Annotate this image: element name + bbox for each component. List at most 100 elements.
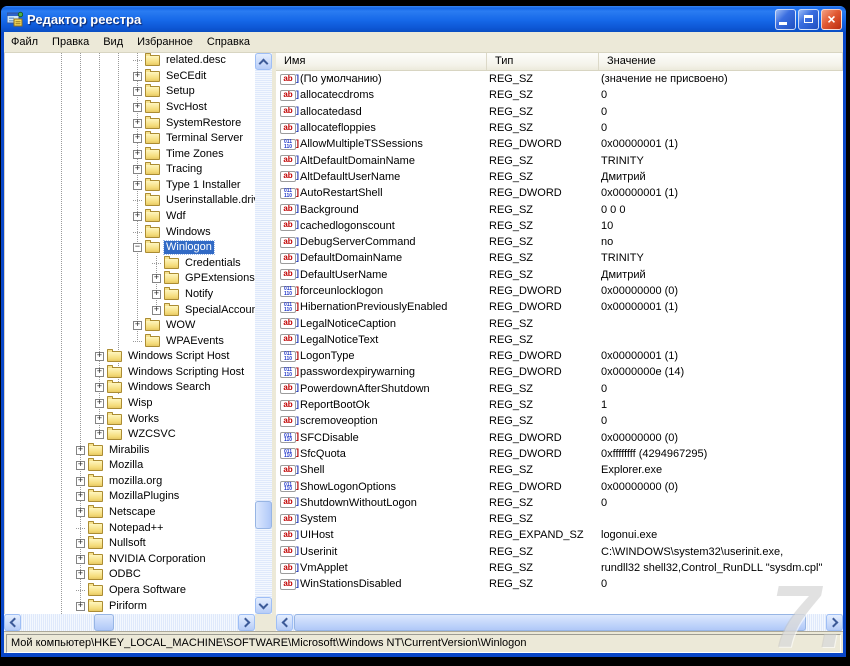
tree-item-nullsoft[interactable]: +Nullsoft: [5, 536, 255, 552]
value-row-по-умолчанию[interactable]: (По умолчанию)REG_SZ(значение не присвое…: [276, 71, 843, 87]
tree-item-wdf[interactable]: +Wdf: [5, 209, 255, 225]
expand-toggle[interactable]: +: [133, 103, 142, 112]
value-row-allowmultipletssessions[interactable]: AllowMultipleTSSessionsREG_DWORD0x000000…: [276, 136, 843, 152]
tree-item-type-1-installer[interactable]: +Type 1 Installer: [5, 178, 255, 194]
value-row-forceunlocklogon[interactable]: forceunlocklogonREG_DWORD0x00000000 (0): [276, 283, 843, 299]
expand-toggle[interactable]: +: [133, 321, 142, 330]
close-button[interactable]: ×: [821, 9, 842, 30]
tree-item-userinstallable-drive[interactable]: Userinstallable.drive: [5, 193, 255, 209]
expand-toggle[interactable]: +: [152, 306, 161, 315]
scroll-down-button[interactable]: [255, 597, 272, 614]
value-row-shutdownwithoutlogon[interactable]: ShutdownWithoutLogonREG_SZ0: [276, 495, 843, 511]
expand-toggle[interactable]: +: [76, 570, 85, 579]
value-row-defaultusername[interactable]: DefaultUserNameREG_SZДмитрий: [276, 267, 843, 283]
expand-toggle[interactable]: +: [95, 352, 104, 361]
menu-item-вид[interactable]: Вид: [96, 33, 130, 52]
expand-toggle[interactable]: +: [95, 399, 104, 408]
value-row-showlogonoptions[interactable]: ShowLogonOptionsREG_DWORD0x00000000 (0): [276, 478, 843, 494]
tree-item-windows-search[interactable]: +Windows Search: [5, 380, 255, 396]
minimize-button[interactable]: [775, 9, 796, 30]
value-row-allocatecdroms[interactable]: allocatecdromsREG_SZ0: [276, 87, 843, 103]
value-row-cachedlogonscount[interactable]: cachedlogonscountREG_SZ10: [276, 218, 843, 234]
expand-toggle[interactable]: +: [76, 555, 85, 564]
tree-item-notepad[interactable]: Notepad++: [5, 520, 255, 536]
expand-toggle[interactable]: +: [76, 461, 85, 470]
expand-toggle[interactable]: +: [95, 415, 104, 424]
scroll-up-button[interactable]: [255, 53, 272, 70]
tree-item-mozilla[interactable]: +Mozilla: [5, 458, 255, 474]
expand-toggle[interactable]: +: [133, 87, 142, 96]
value-row-altdefaultusername[interactable]: AltDefaultUserNameREG_SZДмитрий: [276, 169, 843, 185]
expand-toggle[interactable]: +: [76, 477, 85, 486]
value-row-debugservercommand[interactable]: DebugServerCommandREG_SZno: [276, 234, 843, 250]
expand-toggle[interactable]: +: [76, 492, 85, 501]
expand-toggle[interactable]: +: [133, 165, 142, 174]
column-header-value[interactable]: Значение: [599, 53, 843, 70]
title-bar[interactable]: Редактор реестра ×: [1, 6, 846, 32]
value-row-background[interactable]: BackgroundREG_SZ0 0 0: [276, 201, 843, 217]
value-row-logontype[interactable]: LogonTypeREG_DWORD0x00000001 (1): [276, 348, 843, 364]
expand-toggle[interactable]: +: [76, 539, 85, 548]
value-row-altdefaultdomainname[interactable]: AltDefaultDomainNameREG_SZTRINITY: [276, 152, 843, 168]
menu-item-справка[interactable]: Справка: [200, 33, 257, 52]
value-row-legalnoticecaption[interactable]: LegalNoticeCaptionREG_SZ: [276, 315, 843, 331]
tree-item-credentials[interactable]: Credentials: [5, 256, 255, 272]
value-row-passwordexpirywarning[interactable]: passwordexpirywarningREG_DWORD0x0000000e…: [276, 364, 843, 380]
tree-item-mozillaplugins[interactable]: +MozillaPlugins: [5, 489, 255, 505]
tree-item-systemrestore[interactable]: +SystemRestore: [5, 115, 255, 131]
horizontal-scroll-thumb[interactable]: [94, 614, 114, 631]
menu-item-правка[interactable]: Правка: [45, 33, 96, 52]
scroll-left-button[interactable]: [4, 614, 21, 631]
expand-toggle[interactable]: +: [76, 508, 85, 517]
column-header-type[interactable]: Тип: [487, 53, 599, 70]
tree-item-time-zones[interactable]: +Time Zones: [5, 146, 255, 162]
maximize-button[interactable]: [798, 9, 819, 30]
menu-item-файл[interactable]: Файл: [4, 33, 45, 52]
value-row-shell[interactable]: ShellREG_SZExplorer.exe: [276, 462, 843, 478]
expand-toggle[interactable]: +: [133, 119, 142, 128]
tree-item-wzcsvc[interactable]: +WZCSVC: [5, 427, 255, 443]
value-row-sfcdisable[interactable]: SFCDisableREG_DWORD0x00000000 (0): [276, 430, 843, 446]
list-horizontal-scrollbar[interactable]: [276, 614, 843, 631]
value-row-allocatefloppies[interactable]: allocatefloppiesREG_SZ0: [276, 120, 843, 136]
expand-toggle[interactable]: +: [152, 290, 161, 299]
scroll-right-button[interactable]: [826, 614, 843, 631]
expand-toggle[interactable]: +: [76, 446, 85, 455]
tree-item-netscape[interactable]: +Netscape: [5, 505, 255, 521]
value-row-defaultdomainname[interactable]: DefaultDomainNameREG_SZTRINITY: [276, 250, 843, 266]
value-row-powerdownaftershutdown[interactable]: PowerdownAfterShutdownREG_SZ0: [276, 381, 843, 397]
value-row-system[interactable]: SystemREG_SZ: [276, 511, 843, 527]
tree-item-specialaccounts[interactable]: +SpecialAccounts: [5, 302, 255, 318]
tree-item-mozilla-org[interactable]: +mozilla.org: [5, 474, 255, 490]
tree-item-secedit[interactable]: +SeCEdit: [5, 69, 255, 85]
expand-toggle[interactable]: +: [133, 181, 142, 190]
tree-item-mirabilis[interactable]: +Mirabilis: [5, 442, 255, 458]
tree-item-related-desc[interactable]: related.desc: [5, 53, 255, 69]
column-header-name[interactable]: Имя: [276, 53, 487, 70]
expand-toggle[interactable]: +: [133, 72, 142, 81]
value-row-winstationsdisabled[interactable]: WinStationsDisabledREG_SZ0: [276, 576, 843, 592]
tree-item-odbc[interactable]: +ODBC: [5, 567, 255, 583]
tree-item-notify[interactable]: +Notify: [5, 287, 255, 303]
expand-toggle[interactable]: +: [133, 212, 142, 221]
tree-item-opera-software[interactable]: Opera Software: [5, 583, 255, 599]
value-row-uihost[interactable]: UIHostREG_EXPAND_SZlogonui.exe: [276, 527, 843, 543]
expand-toggle[interactable]: +: [95, 383, 104, 392]
value-row-allocatedasd[interactable]: allocatedasdREG_SZ0: [276, 104, 843, 120]
value-row-autorestartshell[interactable]: AutoRestartShellREG_DWORD0x00000001 (1): [276, 185, 843, 201]
tree-item-terminal-server[interactable]: +Terminal Server: [5, 131, 255, 147]
value-row-legalnoticetext[interactable]: LegalNoticeTextREG_SZ: [276, 332, 843, 348]
scroll-right-button[interactable]: [238, 614, 255, 631]
expand-toggle[interactable]: +: [133, 134, 142, 143]
expand-toggle[interactable]: +: [95, 368, 104, 377]
tree-horizontal-scrollbar[interactable]: [4, 614, 255, 631]
tree-item-svchost[interactable]: +SvcHost: [5, 100, 255, 116]
tree-item-wisp[interactable]: +Wisp: [5, 396, 255, 412]
expand-toggle[interactable]: +: [95, 430, 104, 439]
tree-item-windows-script-host[interactable]: +Windows Script Host: [5, 349, 255, 365]
value-row-scremoveoption[interactable]: scremoveoptionREG_SZ0: [276, 413, 843, 429]
value-row-sfcquota[interactable]: SfcQuotaREG_DWORD0xffffffff (4294967295): [276, 446, 843, 462]
tree-item-piriform[interactable]: +Piriform: [5, 598, 255, 614]
tree-vertical-scrollbar[interactable]: [255, 53, 272, 614]
tree-item-windows[interactable]: Windows: [5, 224, 255, 240]
